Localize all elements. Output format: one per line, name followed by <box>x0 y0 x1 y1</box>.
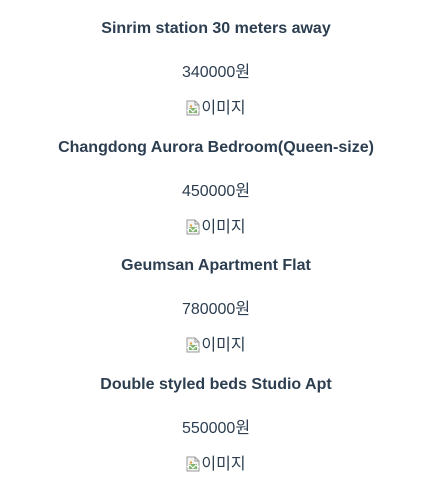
listing-title[interactable]: Sinrim station 30 meters away <box>0 19 432 39</box>
broken-image[interactable]: 이미지 <box>186 335 246 354</box>
listing-item: Geumsan Apartment Flat 780000원 이미지 <box>0 237 432 355</box>
listing-title[interactable]: Changdong Aurora Bedroom(Queen-size) <box>0 138 432 158</box>
broken-image-icon <box>186 100 200 116</box>
listing-item: Sinrim station 30 meters away 340000원 이미… <box>0 0 432 118</box>
broken-image[interactable]: 이미지 <box>186 217 246 236</box>
listing-price: 450000원 <box>181 183 251 200</box>
broken-image-icon <box>186 337 200 353</box>
broken-image-icon <box>186 219 200 235</box>
listing-title[interactable]: Geumsan Apartment Flat <box>0 256 432 276</box>
image-alt-text: 이미지 <box>201 217 246 236</box>
broken-image[interactable]: 이미지 <box>186 454 246 473</box>
listing-image[interactable]: 이미지 <box>0 98 432 118</box>
listing-list: Sinrim station 30 meters away 340000원 이미… <box>0 0 432 488</box>
listing-image[interactable]: 이미지 <box>0 335 432 355</box>
listing-price: 340000원 <box>181 64 251 81</box>
listing-price: 780000원 <box>181 301 251 318</box>
listing-title[interactable]: Double styled beds Studio Apt <box>0 375 432 395</box>
broken-image-icon <box>186 456 200 472</box>
listing-item: Double styled beds Studio Apt 550000원 이미… <box>0 356 432 474</box>
image-alt-text: 이미지 <box>201 335 246 354</box>
image-alt-text: 이미지 <box>201 454 246 473</box>
listing-image[interactable]: 이미지 <box>0 454 432 474</box>
listing-price: 550000원 <box>181 420 251 437</box>
broken-image[interactable]: 이미지 <box>186 98 246 117</box>
listing-item: Changdong Aurora Bedroom(Queen-size) 450… <box>0 119 432 237</box>
image-alt-text: 이미지 <box>201 98 246 117</box>
listing-image[interactable]: 이미지 <box>0 217 432 237</box>
